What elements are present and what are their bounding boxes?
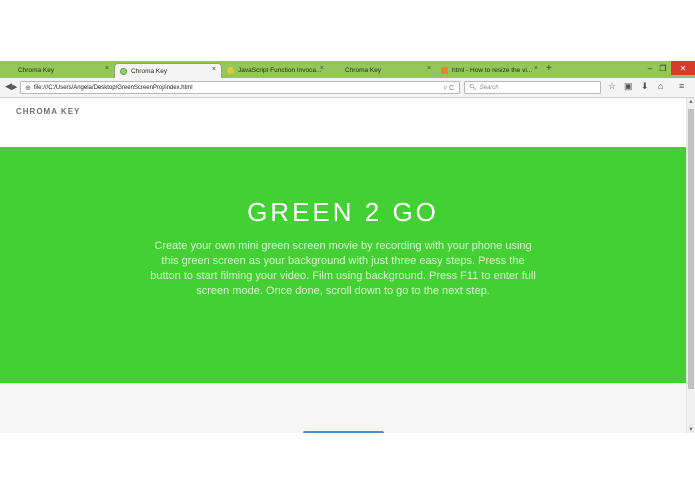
maximize-button[interactable]: ❐	[657, 61, 669, 75]
hero-section: GREEN 2 GO Create your own mini green sc…	[0, 147, 686, 383]
start-filming-button[interactable]	[303, 431, 384, 433]
reading-list-icon[interactable]: ▣	[624, 81, 633, 92]
site-brand[interactable]: CHROMA KEY	[16, 107, 80, 116]
menu-icon[interactable]: ≡	[679, 81, 684, 91]
close-icon[interactable]: ×	[534, 65, 538, 72]
tab-chroma-key-1[interactable]: Chroma Key ×	[2, 63, 114, 78]
close-icon[interactable]: ×	[105, 65, 109, 72]
reload-button[interactable]: ▿ C	[443, 84, 454, 92]
close-icon[interactable]: ×	[320, 65, 324, 72]
tab-favicon	[7, 67, 14, 74]
tab-javascript-function[interactable]: JavaScript Function Invoca... ×	[222, 63, 329, 78]
url-text: file:///C:/Users/Angela/Desktop/GreenScr…	[33, 84, 193, 91]
url-bar[interactable]: ⊕ file:///C:/Users/Angela/Desktop/GreenS…	[20, 81, 460, 94]
tab-label: Chroma Key	[345, 67, 382, 74]
stackoverflow-icon	[441, 67, 448, 74]
tab-label: html - How to resize the vi...	[452, 67, 533, 74]
close-window-button[interactable]: ✕	[671, 61, 695, 75]
close-icon[interactable]: ×	[427, 65, 431, 72]
minimize-button[interactable]: –	[644, 61, 656, 75]
scroll-up-arrow[interactable]: ▲	[688, 99, 694, 105]
browser-window: Chroma Key × Chroma Key × JavaScript Fun…	[0, 61, 695, 433]
tab-chroma-key-active[interactable]: Chroma Key ×	[114, 63, 222, 78]
globe-icon: ⊕	[25, 84, 31, 92]
scrollbar-thumb[interactable]	[688, 109, 694, 389]
tab-strip: Chroma Key × Chroma Key × JavaScript Fun…	[0, 61, 695, 78]
hero-description: Create your own mini green screen movie …	[150, 240, 536, 297]
search-input[interactable]: 🔍︎ Search	[464, 81, 601, 94]
tab-label: Chroma Key	[131, 67, 168, 75]
hero-title: GREEN 2 GO	[247, 197, 439, 227]
bookmark-star-icon[interactable]: ☆	[608, 81, 616, 92]
page-content: CHROMA KEY GREEN 2 GO Create your own mi…	[0, 98, 686, 433]
tab-label: Chroma Key	[18, 67, 55, 74]
new-tab-button[interactable]: +	[546, 63, 552, 74]
lower-section	[0, 383, 686, 433]
scroll-down-arrow[interactable]: ▼	[688, 427, 694, 433]
js-icon	[227, 67, 234, 74]
tab-favicon	[334, 67, 341, 74]
search-placeholder: Search	[479, 84, 499, 91]
navigation-toolbar: ◀ ▶ ⊕ file:///C:/Users/Angela/Desktop/Gr…	[0, 78, 695, 98]
tab-label: JavaScript Function Invoca...	[238, 67, 322, 74]
tab-html-resize[interactable]: html - How to resize the vi... ×	[436, 63, 543, 78]
download-icon[interactable]: ⬇	[641, 81, 649, 92]
tab-chroma-key-2[interactable]: Chroma Key ×	[329, 63, 436, 78]
forward-button[interactable]: ▶	[12, 83, 17, 91]
search-icon: 🔍︎	[469, 85, 477, 91]
home-icon[interactable]: ⌂	[658, 81, 663, 91]
back-button[interactable]: ◀	[5, 81, 12, 92]
close-icon[interactable]: ×	[212, 66, 216, 73]
green-circle-icon	[120, 67, 127, 75]
vertical-scrollbar[interactable]: ▲ ▼	[686, 98, 695, 433]
